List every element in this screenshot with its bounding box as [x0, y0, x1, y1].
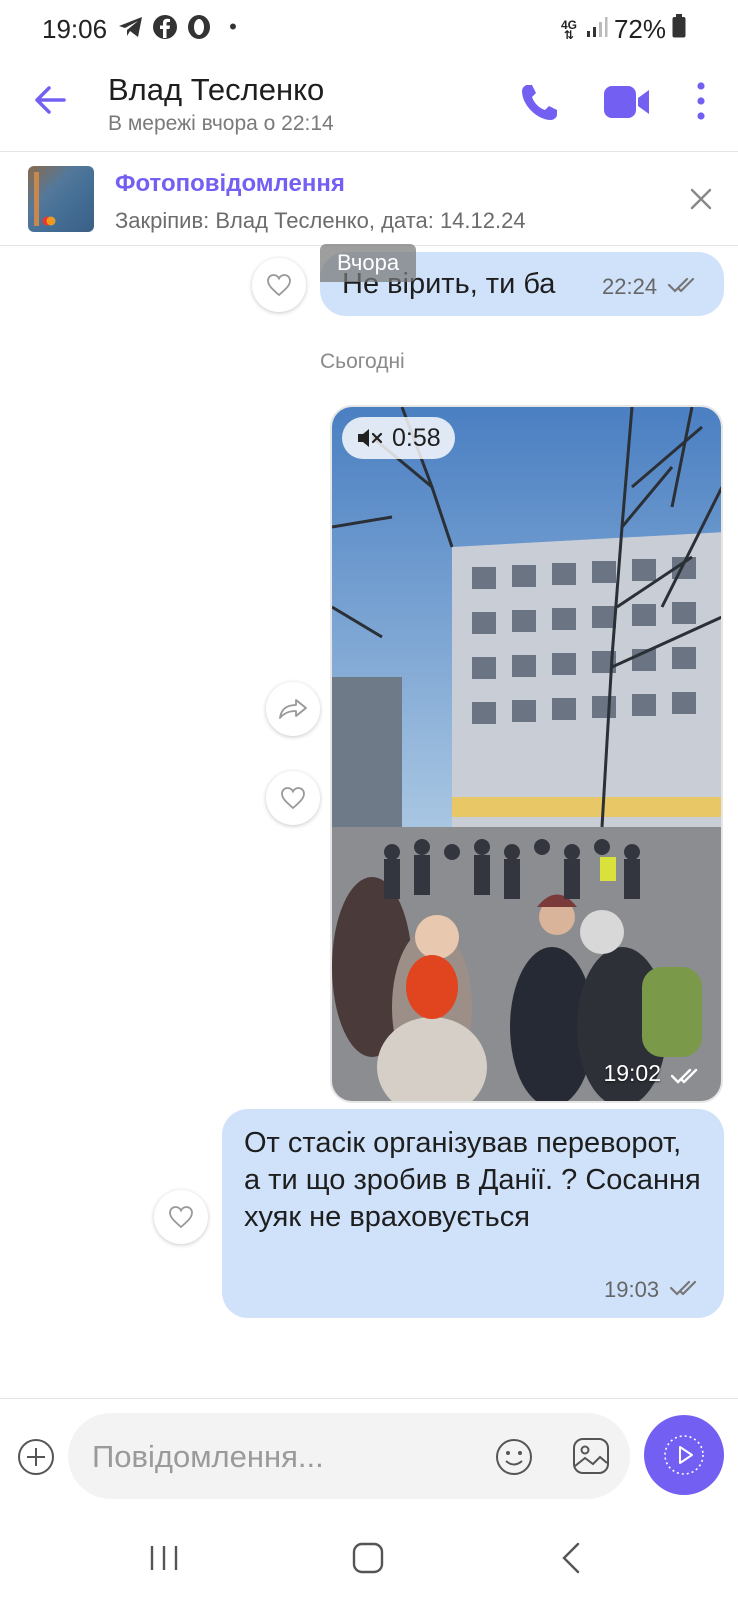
unpin-button[interactable] [688, 186, 714, 212]
network-label: 4G ⇅ [560, 17, 577, 42]
heart-icon [281, 787, 305, 810]
battery-percent: 72% [613, 14, 666, 44]
system-nav-bar [0, 1516, 738, 1599]
send-button[interactable] [644, 1415, 724, 1495]
contact-status: В мережі вчора о 22:14 [108, 112, 334, 135]
status-bar: 19:06 • 4G ⇅ 72% [0, 0, 738, 58]
signal-icon [586, 14, 608, 45]
recent-apps-icon [150, 1546, 178, 1570]
gallery-icon [573, 1438, 609, 1474]
close-icon [690, 188, 712, 210]
message-input-placeholder: Повідомлення... [92, 1439, 324, 1474]
emoji-button[interactable] [494, 1437, 534, 1477]
read-check-icon [670, 1280, 697, 1296]
read-check-icon [671, 1068, 698, 1084]
back-icon [562, 1542, 580, 1574]
date-pill: Вчора [320, 244, 416, 282]
status-app-icons: • [118, 14, 246, 40]
opera-icon [186, 14, 212, 40]
video-message[interactable]: 0:58 19:02 [330, 405, 723, 1103]
video-thumbnail [332, 407, 721, 1101]
plus-circle-icon [18, 1439, 54, 1475]
video-duration-pill[interactable]: 0:58 [342, 417, 455, 459]
video-camera-icon [604, 86, 649, 118]
composer-bar: Повідомлення... [0, 1398, 738, 1516]
message-text: От стасік організував переворот, а ти що… [244, 1127, 701, 1233]
chat-header: Влад Тесленко В мережі вчора о 22:14 [0, 58, 738, 152]
recent-apps-button[interactable] [144, 1538, 184, 1578]
share-arrow-icon [279, 699, 307, 719]
pinned-thumbnail [28, 166, 94, 232]
pinned-message-banner[interactable]: Фотоповідомлення Закріпив: Влад Тесленко… [0, 152, 738, 246]
video-duration: 0:58 [392, 423, 441, 452]
message-time: 19:02 [603, 1060, 661, 1086]
status-time: 19:06 [42, 14, 108, 44]
message-input[interactable]: Повідомлення... [68, 1413, 630, 1499]
message-bubble[interactable]: От стасік організував переворот, а ти що… [222, 1109, 724, 1318]
more-vertical-icon [697, 82, 705, 120]
gallery-button[interactable] [570, 1435, 612, 1477]
video-call-button[interactable] [602, 82, 652, 122]
call-button[interactable] [518, 80, 562, 124]
more-options-button[interactable] [686, 78, 716, 124]
battery-icon [672, 14, 686, 45]
like-button[interactable] [266, 771, 320, 825]
back-button[interactable] [30, 80, 70, 120]
share-button[interactable] [266, 682, 320, 736]
status-right: 4G ⇅ 72% [558, 14, 686, 45]
pinned-subtitle: Закріпив: Влад Тесленко, дата: 14.12.24 [115, 208, 526, 233]
back-arrow-icon [35, 86, 66, 114]
facebook-icon [152, 14, 178, 40]
pinned-title: Фотоповідомлення [115, 170, 345, 197]
heart-icon [169, 1206, 193, 1229]
nav-back-button[interactable] [552, 1538, 592, 1578]
attach-button[interactable] [16, 1437, 56, 1477]
message-time: 22:24 [602, 274, 658, 299]
heart-icon [267, 274, 291, 297]
message-time: 19:03 [604, 1277, 660, 1302]
home-button[interactable] [348, 1538, 388, 1578]
send-icon [664, 1435, 704, 1475]
muted-speaker-icon [358, 429, 383, 447]
status-dot: • [229, 14, 237, 39]
read-check-icon [668, 277, 695, 293]
contact-name[interactable]: Влад Тесленко [108, 72, 324, 108]
like-button[interactable] [154, 1190, 208, 1244]
day-separator: Сьогодні [320, 350, 405, 373]
emoji-icon [496, 1439, 532, 1475]
home-icon [352, 1542, 384, 1574]
telegram-icon [118, 14, 144, 40]
like-button[interactable] [252, 258, 306, 312]
phone-icon [522, 85, 557, 120]
